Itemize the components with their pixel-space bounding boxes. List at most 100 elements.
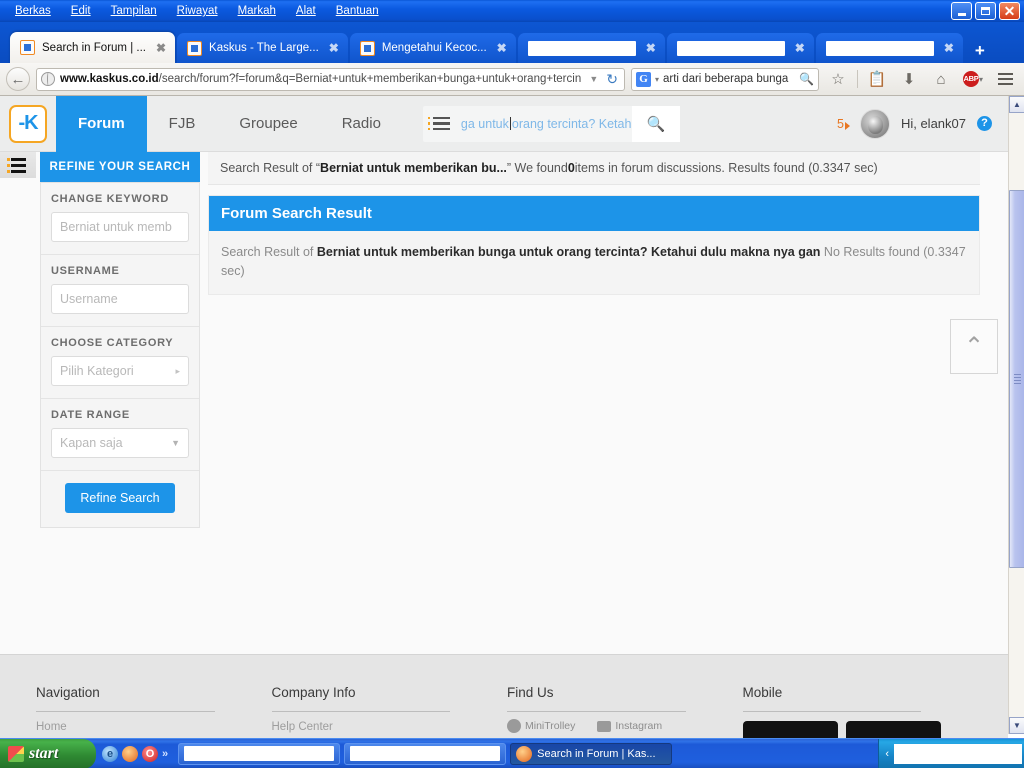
site-search-button[interactable]: 🔍 (631, 105, 680, 142)
kaskus-logo-icon[interactable]: -K (9, 104, 47, 143)
summary-suffix: items in forum discussions. Results foun… (574, 161, 878, 175)
browser-tab-1-close-icon[interactable]: ✖ (153, 42, 169, 54)
page-viewport: -K Forum FJB Groupee Radio ga untuk orang… (0, 96, 1024, 750)
library-icon[interactable]: 📋 (864, 66, 890, 92)
scroll-down-button[interactable]: ▼ (1009, 717, 1024, 734)
date-range-label: DATE RANGE (51, 409, 130, 421)
menu-item-tampilan[interactable]: Tampilan (102, 3, 166, 19)
browser-tab-3-title: Mengetahui Kecoc... (381, 42, 487, 54)
scroll-up-button[interactable]: ▲ (1009, 96, 1024, 113)
choose-category-select[interactable]: Pilih Kategori ▸ (51, 356, 189, 386)
browser-tab-6[interactable]: ✖ (815, 33, 963, 63)
site-nav-fjb[interactable]: FJB (147, 96, 218, 152)
browser-tab-5-title (676, 40, 785, 56)
browser-tab-4[interactable]: ✖ (517, 33, 665, 63)
menu-item-markah[interactable]: Markah (229, 3, 285, 19)
username-input[interactable]: Username (51, 284, 189, 314)
quick-launch-overflow-icon[interactable]: » (162, 748, 168, 760)
site-nav-groupee[interactable]: Groupee (217, 96, 319, 152)
menu-hamburger-icon[interactable] (992, 66, 1018, 92)
taskbar-item-1[interactable] (178, 742, 341, 765)
site-nav-fjb-label: FJB (168, 115, 196, 132)
magnifier-icon[interactable]: 🔍 (799, 72, 814, 86)
site-nav-radio[interactable]: Radio (320, 96, 403, 152)
browser-tab-1-title: Search in Forum | ... (42, 41, 146, 54)
forum-search-result-body: Search Result of Berniat untuk memberika… (209, 231, 979, 294)
user-greeting[interactable]: Hi, elank07 (901, 116, 966, 131)
back-arrow-icon: ← (10, 70, 26, 88)
internet-explorer-icon[interactable]: e (102, 745, 118, 762)
browser-tab-2[interactable]: Kaskus - The Large... ✖ (177, 33, 348, 63)
vertical-scrollbar[interactable]: ▲ ▼ (1008, 96, 1024, 734)
window-controls: ✕ (951, 2, 1020, 20)
find-us-minitrolley[interactable]: MiniTrolley (507, 719, 575, 733)
downloads-icon[interactable]: ⬇ (896, 66, 922, 92)
date-range-select[interactable]: Kapan saja ▼ (51, 428, 189, 458)
taskbar-item-2[interactable] (344, 742, 507, 765)
scroll-to-top-button[interactable]: ⌃ (950, 319, 998, 374)
tab-favicon-icon (20, 40, 35, 55)
refine-search-button[interactable]: Refine Search (65, 483, 175, 513)
opera-icon[interactable]: O (142, 745, 158, 762)
start-button-label: start (29, 744, 59, 762)
footer-company-info-item[interactable]: Help Center (272, 721, 478, 733)
scroll-down-icon: ▼ (1013, 721, 1021, 730)
browser-tab-5-close-icon[interactable]: ✖ (792, 42, 808, 54)
browser-search-box[interactable]: G ▾ arti dari beberapa bunga 🔍 (631, 67, 819, 91)
browser-tab-1[interactable]: Search in Forum | ... ✖ (10, 32, 176, 63)
home-icon[interactable]: ⌂ (928, 66, 954, 92)
taskbar-item-3[interactable]: Search in Forum | Kas... (510, 742, 673, 765)
vertical-scrollbar-thumb[interactable] (1009, 190, 1024, 568)
start-button[interactable]: start (0, 738, 96, 768)
footer-navigation-title: Navigation (36, 685, 100, 700)
help-icon[interactable]: ? (977, 116, 992, 131)
search-category-list-icon[interactable] (423, 116, 457, 131)
browser-tab-4-title (527, 40, 636, 56)
site-nav-forum-label: Forum (78, 115, 125, 132)
menu-item-riwayat[interactable]: Riwayat (168, 3, 227, 19)
browser-tab-5[interactable]: ✖ (666, 33, 814, 63)
change-keyword-value: Berniat untuk memb (60, 220, 172, 234)
address-dropdown-icon[interactable]: ▼ (586, 74, 601, 84)
reload-icon[interactable]: ↻ (606, 71, 620, 88)
adblock-plus-icon[interactable]: ABP ▾ (960, 66, 986, 92)
avatar[interactable] (859, 108, 890, 139)
menu-item-markah-label: Markah (237, 5, 276, 17)
browser-tab-6-close-icon[interactable]: ✖ (941, 42, 957, 54)
site-search-input[interactable]: ga untuk orang tercinta? Ketahu (457, 116, 632, 131)
tray-expand-icon[interactable]: ‹ (885, 748, 889, 760)
menu-item-berkas[interactable]: Berkas (6, 3, 60, 19)
left-rail-toggle[interactable] (0, 152, 36, 178)
notification-badge[interactable]: 5 (837, 117, 850, 131)
footer-navigation-item[interactable]: Home (36, 721, 242, 733)
menu-item-edit[interactable]: Edit (62, 3, 100, 19)
site-nav-forum[interactable]: Forum (56, 96, 147, 160)
firefox-icon[interactable] (122, 745, 138, 762)
search-engine-caret-icon[interactable]: ▾ (655, 75, 659, 84)
menu-item-alat[interactable]: Alat (287, 3, 325, 19)
desktop-root: Berkas Edit Tampilan Riwayat Markah Alat… (0, 0, 1024, 768)
address-bar[interactable]: www.kaskus.co.id/search/forum?f=forum&q=… (36, 67, 625, 91)
maximize-button[interactable] (975, 2, 996, 20)
body-prefix: Search Result of (221, 245, 317, 259)
kaskus-page: -K Forum FJB Groupee Radio ga untuk orang… (0, 96, 1008, 750)
new-tab-button[interactable]: + (965, 42, 995, 63)
url-domain: www.kaskus.co.id (60, 73, 159, 85)
browser-tab-3[interactable]: Mengetahui Kecoc... ✖ (349, 33, 516, 63)
adblock-caret-icon[interactable]: ▾ (979, 75, 983, 84)
bookmark-star-icon[interactable]: ☆ (825, 66, 851, 92)
taskbar-task-list: Search in Forum | Kas... (174, 742, 673, 765)
close-window-button[interactable]: ✕ (999, 2, 1020, 20)
browser-tab-3-close-icon[interactable]: ✖ (494, 42, 510, 54)
browser-search-input[interactable]: arti dari beberapa bunga (663, 73, 795, 85)
change-keyword-input[interactable]: Berniat untuk memb (51, 212, 189, 242)
taskbar-item-1-title (184, 746, 335, 761)
address-bar-url: www.kaskus.co.id/search/forum?f=forum&q=… (60, 73, 581, 85)
browser-tab-4-close-icon[interactable]: ✖ (643, 42, 659, 54)
find-us-instagram[interactable]: Instagram (597, 720, 662, 732)
browser-tab-2-close-icon[interactable]: ✖ (326, 42, 342, 54)
menu-item-bantuan[interactable]: Bantuan (327, 3, 388, 19)
site-search-group: ga untuk orang tercinta? Ketahu 🔍 (422, 105, 680, 142)
minimize-button[interactable] (951, 2, 972, 20)
back-button[interactable]: ← (6, 67, 30, 91)
